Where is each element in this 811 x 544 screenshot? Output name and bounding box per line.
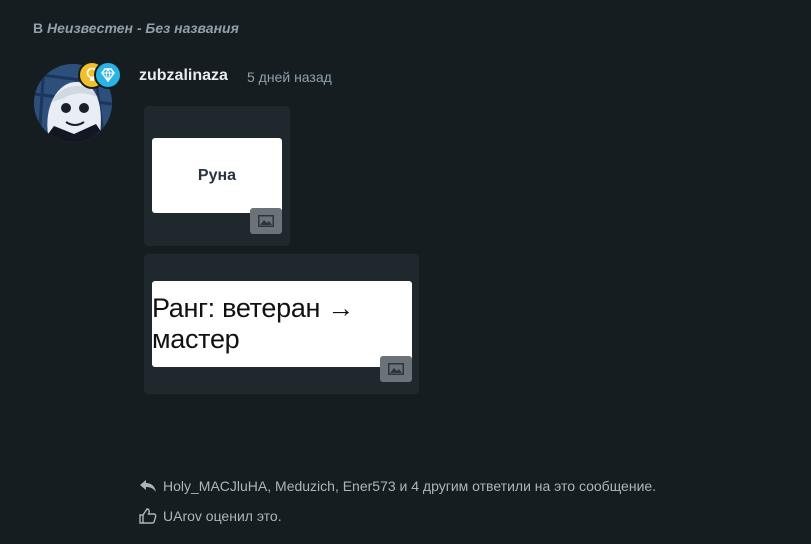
username[interactable]: zubzalinaza xyxy=(139,67,228,85)
reply-icon xyxy=(140,480,156,492)
location-link[interactable]: Неизвестен - Без названия xyxy=(47,20,239,36)
replies-text: Holy_MACJluHA, Meduzich, Ener573 и 4 дру… xyxy=(163,478,657,494)
attachment-thumbnail[interactable]: Ранг: ветеран → мастер xyxy=(152,281,412,367)
attachment-text: Руна xyxy=(197,166,237,184)
location-prefix: В xyxy=(33,20,44,36)
attachment-rank[interactable]: Ранг: ветеран → мастер xyxy=(144,254,419,394)
post-timestamp[interactable]: 5 дней назад xyxy=(247,69,332,85)
image-icon xyxy=(380,356,412,382)
replies-summary[interactable]: Holy_MACJluHA, Meduzich, Ener573 и 4 дру… xyxy=(139,478,656,494)
post-location: В Неизвестен - Без названия xyxy=(33,20,239,36)
attachment-text: Ранг: ветеран → мастер xyxy=(152,293,355,354)
likes-text: UArov оценил это. xyxy=(163,508,282,524)
attachment-rune[interactable]: Руна xyxy=(144,106,290,246)
attachment-thumbnail[interactable]: Руна xyxy=(152,138,282,213)
image-icon xyxy=(250,208,282,234)
thumbs-up-icon xyxy=(139,508,157,524)
diamond-badge[interactable] xyxy=(94,61,122,89)
likes-summary[interactable]: UArov оценил это. xyxy=(139,508,282,524)
diamond-icon xyxy=(101,67,115,83)
